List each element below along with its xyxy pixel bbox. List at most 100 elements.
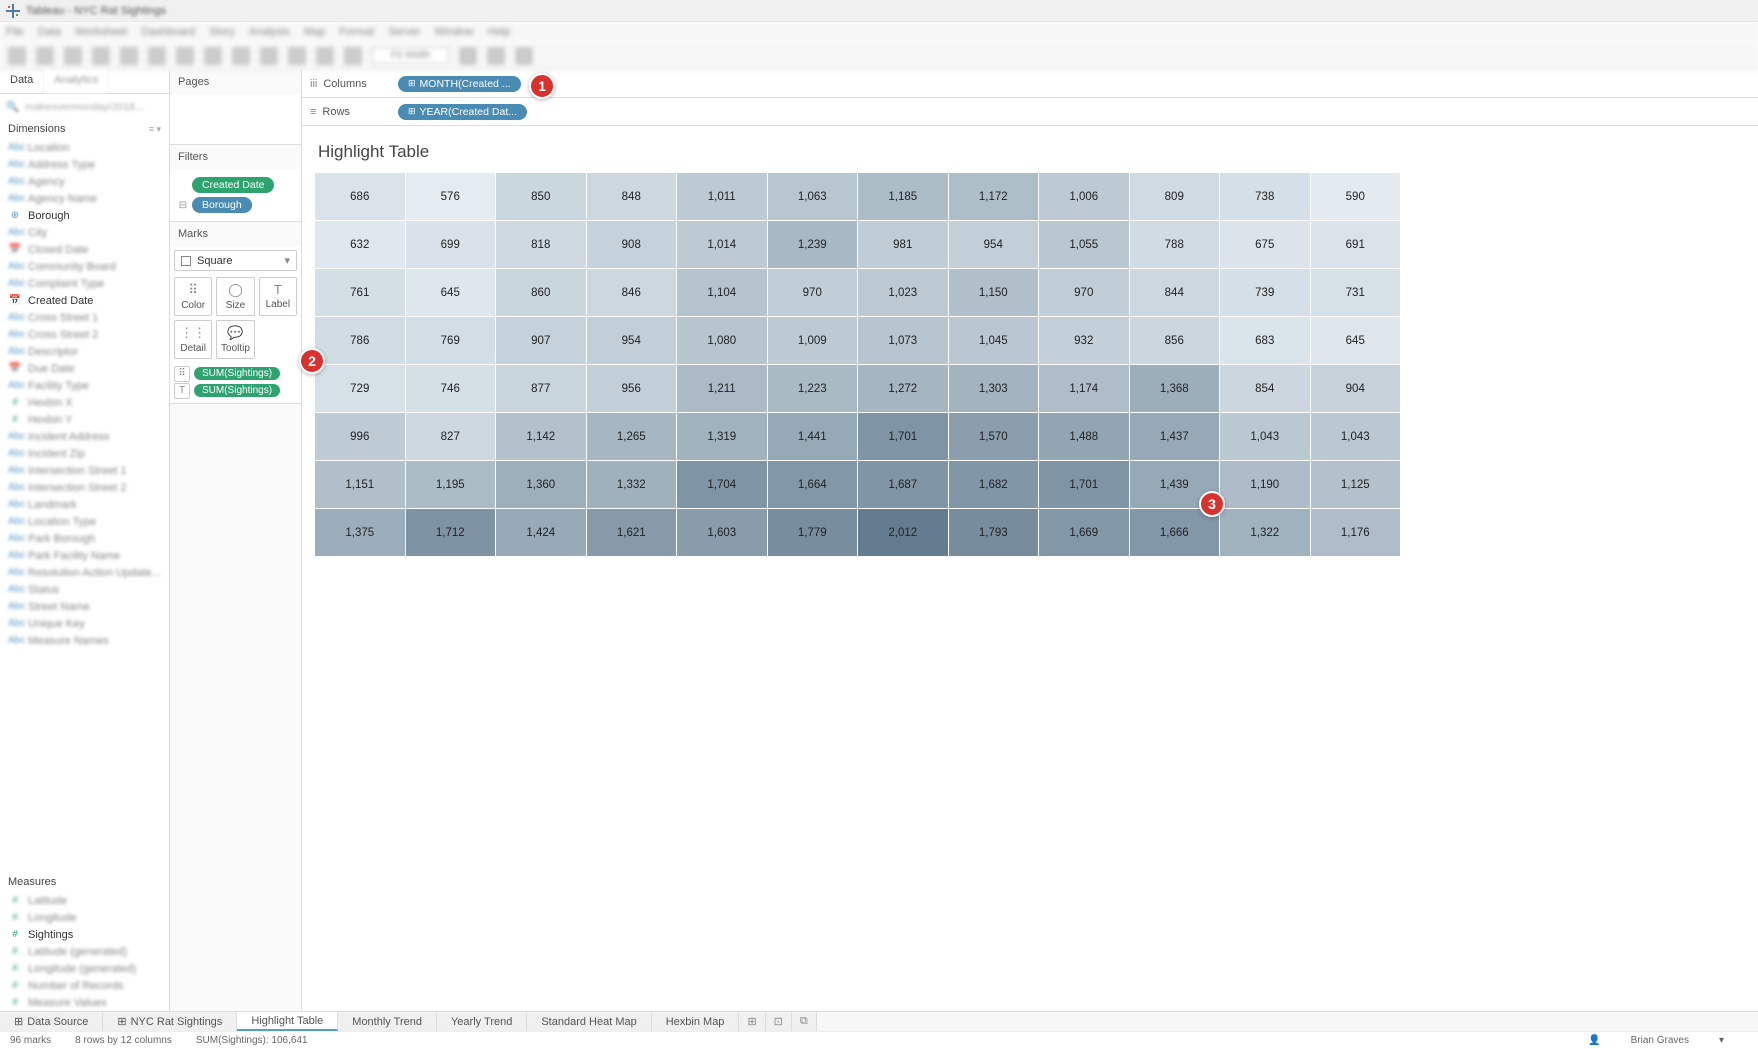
datasource-row[interactable]: 🔍 makeovermonday/2018... — [0, 94, 169, 119]
table-cell[interactable]: 1,150 — [948, 269, 1039, 317]
mark-pill[interactable]: SUM(Sightings) — [194, 384, 280, 397]
table-cell[interactable]: 904 — [1310, 365, 1401, 413]
table-cell[interactable]: 1,368 — [1129, 365, 1220, 413]
field-resolution-action-update-[interactable]: AbcResolution Action Update... — [0, 564, 169, 581]
toolbar-btn[interactable] — [459, 47, 477, 65]
table-cell[interactable]: 1,172 — [948, 173, 1039, 221]
table-cell[interactable]: 645 — [1310, 317, 1401, 365]
table-cell[interactable]: 2,012 — [858, 509, 949, 557]
field-cross-street-1[interactable]: AbcCross Street 1 — [0, 309, 169, 326]
table-cell[interactable]: 675 — [1220, 221, 1311, 269]
table-cell[interactable]: 1,055 — [1039, 221, 1130, 269]
table-cell[interactable]: 1,664 — [767, 461, 858, 509]
menu-dashboard[interactable]: Dashboard — [141, 26, 195, 38]
table-cell[interactable]: 850 — [496, 173, 587, 221]
toolbar-btn[interactable] — [204, 47, 222, 65]
sheet-tab-monthly-trend[interactable]: Monthly Trend — [338, 1012, 437, 1031]
table-cell[interactable]: 848 — [586, 173, 677, 221]
table-cell[interactable]: 1,682 — [948, 461, 1039, 509]
table-cell[interactable]: 956 — [586, 365, 677, 413]
table-cell[interactable]: 1,319 — [677, 413, 768, 461]
toolbar[interactable]: Fit Width — [0, 42, 1758, 70]
table-cell[interactable]: 981 — [858, 221, 949, 269]
table-cell[interactable]: 1,360 — [496, 461, 587, 509]
field-number-of-records[interactable]: #Number of Records — [0, 977, 169, 994]
mark-pill-icon[interactable]: T — [174, 383, 190, 399]
table-cell[interactable]: 1,023 — [858, 269, 949, 317]
menu-story[interactable]: Story — [209, 26, 235, 38]
mark-size-button[interactable]: ◯Size — [216, 277, 254, 316]
toolbar-btn[interactable] — [515, 47, 533, 65]
tab-analytics[interactable]: Analytics — [44, 70, 109, 93]
table-cell[interactable]: 691 — [1310, 221, 1401, 269]
field-facility-type[interactable]: AbcFacility Type — [0, 377, 169, 394]
table-cell[interactable]: 1,701 — [1039, 461, 1130, 509]
menu-file[interactable]: File — [6, 26, 24, 38]
table-cell[interactable]: 1,322 — [1220, 509, 1311, 557]
field-sightings[interactable]: #Sightings — [0, 926, 169, 943]
table-cell[interactable]: 761 — [315, 269, 406, 317]
toolbar-btn[interactable] — [64, 47, 82, 65]
columns-pill[interactable]: ⊞MONTH(Created ... — [398, 76, 521, 92]
table-cell[interactable]: 738 — [1220, 173, 1311, 221]
table-cell[interactable]: 1,151 — [315, 461, 406, 509]
field-longitude[interactable]: #Longitude — [0, 909, 169, 926]
sheet-tab-yearly-trend[interactable]: Yearly Trend — [437, 1012, 527, 1031]
toolbar-btn[interactable] — [487, 47, 505, 65]
menu-help[interactable]: Help — [488, 26, 511, 38]
toolbar-btn[interactable] — [8, 47, 26, 65]
menu-server[interactable]: Server — [388, 26, 420, 38]
menu-window[interactable]: Window — [435, 26, 474, 38]
table-cell[interactable]: 1,174 — [1039, 365, 1130, 413]
field-complaint-type[interactable]: AbcComplaint Type — [0, 275, 169, 292]
field-incident-zip[interactable]: AbcIncident Zip — [0, 445, 169, 462]
table-cell[interactable]: 1,185 — [858, 173, 949, 221]
table-cell[interactable]: 1,142 — [496, 413, 587, 461]
toolbar-btn[interactable] — [92, 47, 110, 65]
field-agency[interactable]: AbcAgency — [0, 173, 169, 190]
table-cell[interactable]: 1,332 — [586, 461, 677, 509]
table-cell[interactable]: 932 — [1039, 317, 1130, 365]
sheet-tab-data-source[interactable]: ⊞Data Source — [0, 1012, 103, 1031]
field-location[interactable]: AbcLocation — [0, 139, 169, 156]
table-cell[interactable]: 856 — [1129, 317, 1220, 365]
table-cell[interactable]: 1,043 — [1310, 413, 1401, 461]
toolbar-btn[interactable] — [120, 47, 138, 65]
toolbar-btn[interactable] — [344, 47, 362, 65]
menu-worksheet[interactable]: Worksheet — [75, 26, 127, 38]
table-cell[interactable]: 818 — [496, 221, 587, 269]
table-cell[interactable]: 1,176 — [1310, 509, 1401, 557]
filter-pill-borough[interactable]: Borough — [192, 197, 252, 213]
sheet-tab-add-button[interactable]: ⊡ — [766, 1012, 792, 1031]
viz-title[interactable]: Highlight Table — [318, 142, 1746, 162]
toolbar-btn[interactable] — [176, 47, 194, 65]
menu-map[interactable]: Map — [304, 26, 325, 38]
sheet-tab-standard-heat-map[interactable]: Standard Heat Map — [527, 1012, 651, 1031]
table-cell[interactable]: 954 — [586, 317, 677, 365]
table-cell[interactable]: 1,080 — [677, 317, 768, 365]
table-cell[interactable]: 970 — [767, 269, 858, 317]
fit-dropdown[interactable]: Fit Width — [372, 47, 449, 64]
field-closed-date[interactable]: 📅Closed Date — [0, 241, 169, 258]
menu-data[interactable]: Data — [38, 26, 61, 38]
table-cell[interactable]: 1,011 — [677, 173, 768, 221]
field-unique-key[interactable]: AbcUnique Key — [0, 615, 169, 632]
table-cell[interactable]: 1,779 — [767, 509, 858, 557]
table-cell[interactable]: 996 — [315, 413, 406, 461]
field-hexbin-x[interactable]: #Hexbin X — [0, 394, 169, 411]
field-agency-name[interactable]: AbcAgency Name — [0, 190, 169, 207]
table-cell[interactable]: 1,621 — [586, 509, 677, 557]
table-cell[interactable]: 1,704 — [677, 461, 768, 509]
field-intersection-street-1[interactable]: AbcIntersection Street 1 — [0, 462, 169, 479]
field-street-name[interactable]: AbcStreet Name — [0, 598, 169, 615]
status-user[interactable]: 👤 Brian Graves ▾ — [1588, 1035, 1748, 1046]
field-longitude-generated-[interactable]: #Longitude (generated) — [0, 960, 169, 977]
table-cell[interactable]: 731 — [1310, 269, 1401, 317]
dimensions-actions[interactable]: ≡ ▾ — [149, 124, 161, 135]
table-cell[interactable]: 576 — [405, 173, 496, 221]
table-cell[interactable]: 686 — [315, 173, 406, 221]
sheet-tab-hexbin-map[interactable]: Hexbin Map — [652, 1012, 740, 1031]
table-cell[interactable]: 1,195 — [405, 461, 496, 509]
mark-label-button[interactable]: TLabel — [259, 277, 297, 316]
table-cell[interactable]: 854 — [1220, 365, 1311, 413]
